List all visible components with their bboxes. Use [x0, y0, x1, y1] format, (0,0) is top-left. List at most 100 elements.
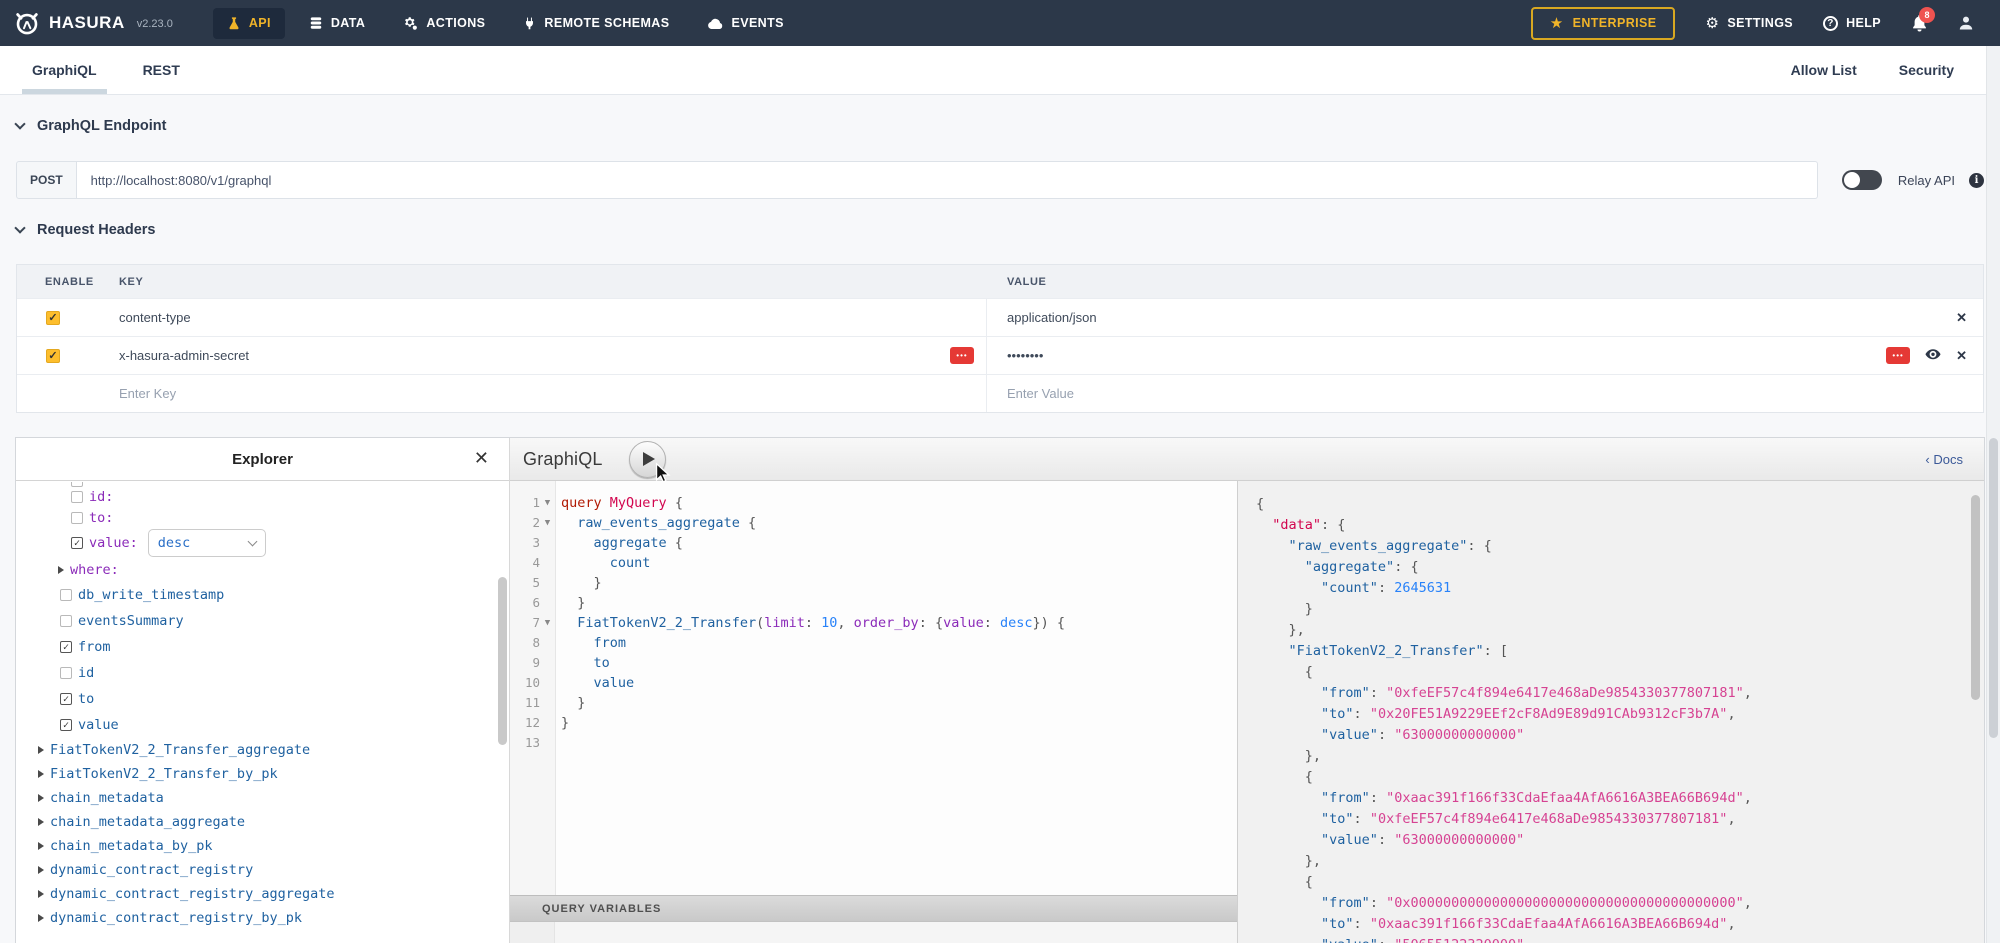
endpoint-url-input[interactable] — [77, 161, 1818, 199]
column-header-enable: ENABLE — [17, 276, 101, 288]
value-cell: application/json✕ — [987, 299, 1983, 336]
nav-right: ★ ENTERPRISE ⚙ SETTINGS ? HELP 8 — [1531, 7, 2000, 40]
explorer-collection-FiatTokenV2_2_Transfer_by_pk[interactable]: FiatTokenV2_2_Transfer_by_pk — [38, 762, 495, 786]
explorer-arg-value[interactable]: ✓value:desc — [71, 528, 495, 558]
nav-item-remote-schemas[interactable]: REMOTE SCHEMAS — [509, 8, 683, 39]
code-text: raw_events_aggregate { — [555, 513, 756, 533]
code-line: 12} — [510, 713, 1237, 733]
explorer-field-id[interactable]: id — [60, 660, 495, 686]
sort-direction-select[interactable]: desc — [148, 529, 266, 557]
graphql-endpoint-section-header[interactable]: GraphQL Endpoint — [16, 118, 166, 134]
graphiql-logo: GraphiQL — [523, 449, 603, 470]
tab-security[interactable]: Security — [1899, 62, 1954, 78]
nav-item-actions[interactable]: ACTIONS — [389, 8, 499, 39]
info-icon[interactable]: i — [1969, 173, 1984, 188]
explorer-arg-id[interactable]: id: — [71, 486, 495, 507]
result-line: "to": "0xfeEF57c4f894e6417e468aDe9854330… — [1256, 809, 1984, 830]
explorer-collection-chain_metadata_by_pk[interactable]: chain_metadata_by_pk — [38, 834, 495, 858]
fold-icon[interactable]: ▼ — [540, 493, 555, 513]
checkbox-icon[interactable] — [60, 615, 72, 627]
tab-allow-list[interactable]: Allow List — [1791, 62, 1857, 78]
new-header-value-input[interactable] — [1007, 386, 1885, 401]
request-headers-section-header[interactable]: Request Headers — [16, 222, 155, 238]
explorer-field-value[interactable]: ✓ value — [60, 712, 495, 738]
explorer-field-eventsSummary[interactable]: eventsSummary — [60, 608, 495, 634]
checkbox-icon[interactable] — [60, 667, 72, 679]
settings-button[interactable]: ⚙ SETTINGS — [1705, 16, 1793, 31]
page-scrollbar[interactable] — [1986, 46, 2000, 943]
chevron-down-icon — [14, 222, 25, 233]
result-line: }, — [1256, 620, 1984, 641]
query-variables-header[interactable]: QUERY VARIABLES — [510, 895, 1237, 922]
graphiql-main: GraphiQL ‹ Docs 1▼query MyQuery {2▼ raw_… — [510, 438, 1984, 943]
explorer-arg-where[interactable]: where: — [58, 558, 495, 582]
explorer-collection-FiatTokenV2_2_Transfer_aggregate[interactable]: FiatTokenV2_2_Transfer_aggregate — [38, 738, 495, 762]
line-number: 9 — [510, 653, 540, 673]
nav-item-events[interactable]: EVENTS — [693, 8, 797, 38]
explorer-field-to[interactable]: ✓to — [60, 686, 495, 712]
explorer-scrollbar[interactable] — [498, 482, 507, 943]
fold-icon[interactable]: ▼ — [540, 613, 555, 633]
explorer-arg-to[interactable]: to: — [71, 507, 495, 528]
result-line: }, — [1256, 851, 1984, 872]
code-text: query MyQuery { — [555, 493, 683, 513]
result-line: { — [1256, 662, 1984, 683]
arg-label: to: — [89, 510, 113, 526]
relay-api-toggle[interactable] — [1842, 170, 1882, 190]
admin-secret-badge: ••• — [1886, 347, 1910, 364]
nav-items: API DATA ACTIONS REMOTE SCHEMAS EVENTS — [213, 0, 798, 46]
arg-label: where: — [70, 562, 119, 578]
header-enabled-checkbox[interactable]: ✓ — [46, 349, 60, 363]
notifications-button[interactable]: 8 — [1911, 15, 1928, 32]
explorer-collection-chain_metadata_aggregate[interactable]: chain_metadata_aggregate — [38, 810, 495, 834]
checkbox-icon[interactable] — [60, 589, 72, 601]
checkbox-icon[interactable]: ✓ — [60, 719, 72, 731]
fold-icon — [540, 713, 555, 733]
checkbox-icon[interactable]: ✓ — [71, 537, 83, 549]
hasura-logo-icon — [14, 10, 40, 36]
tab-graphiql[interactable]: GraphiQL — [32, 46, 97, 94]
explorer-field-db_write_timestamp[interactable]: db_write_timestamp — [60, 582, 495, 608]
result-line: "from": "0xfeEF57c4f894e6417e468aDe98543… — [1256, 683, 1984, 704]
explorer-collection-dynamic_contract_registry_by_pk[interactable]: dynamic_contract_registry_by_pk — [38, 906, 495, 930]
collection-label: dynamic_contract_registry_aggregate — [50, 886, 334, 902]
line-number: 5 — [510, 573, 540, 593]
checkbox-icon[interactable]: ✓ — [60, 693, 72, 705]
explorer-collection-dynamic_contract_registry_aggregate[interactable]: dynamic_contract_registry_aggregate — [38, 882, 495, 906]
query-variables-editor[interactable] — [510, 922, 1237, 943]
remove-header-button[interactable]: ✕ — [1956, 348, 1967, 364]
execute-query-button[interactable] — [629, 441, 666, 478]
help-button[interactable]: ? HELP — [1823, 16, 1881, 31]
field-label: value — [78, 717, 119, 733]
eye-icon[interactable] — [1925, 348, 1941, 364]
docs-link[interactable]: ‹ Docs — [1925, 452, 1971, 467]
checkbox-icon[interactable] — [71, 491, 83, 503]
code-text: value — [555, 673, 634, 693]
request-headers-table: ENABLE KEY VALUE ✓content-typeapplicatio… — [16, 264, 1984, 413]
key-cell: x-hasura-admin-secret••• — [101, 337, 987, 374]
remove-header-button[interactable]: ✕ — [1956, 310, 1967, 326]
enterprise-button[interactable]: ★ ENTERPRISE — [1531, 7, 1676, 40]
checkbox-icon[interactable] — [71, 512, 83, 524]
explorer-collection-dynamic_contract_registry[interactable]: dynamic_contract_registry — [38, 858, 495, 882]
results-scrollbar[interactable] — [1971, 487, 1980, 937]
result-line: "value": "63000000000000" — [1256, 830, 1984, 851]
checkbox-icon[interactable]: ✓ — [60, 641, 72, 653]
new-header-row — [17, 374, 1983, 412]
fold-icon[interactable]: ▼ — [540, 513, 555, 533]
close-icon[interactable]: ✕ — [474, 449, 489, 467]
user-icon[interactable] — [1958, 15, 1974, 31]
tab-rest[interactable]: REST — [143, 46, 180, 94]
query-editor[interactable]: 1▼query MyQuery {2▼ raw_events_aggregate… — [510, 481, 1237, 895]
nav-item-api[interactable]: API — [213, 8, 285, 39]
hasura-brand[interactable]: HASURA v2.23.0 — [0, 10, 185, 36]
gears-icon — [403, 16, 418, 31]
nav-item-data[interactable]: DATA — [295, 8, 379, 38]
enable-cell: ✓ — [17, 299, 101, 336]
collection-label: chain_metadata — [50, 790, 164, 806]
explorer-field-from[interactable]: ✓from — [60, 634, 495, 660]
new-header-key-input[interactable] — [119, 386, 899, 401]
explorer-collection-chain_metadata[interactable]: chain_metadata — [38, 786, 495, 810]
section-title: GraphQL Endpoint — [37, 118, 166, 134]
header-enabled-checkbox[interactable]: ✓ — [46, 311, 60, 325]
